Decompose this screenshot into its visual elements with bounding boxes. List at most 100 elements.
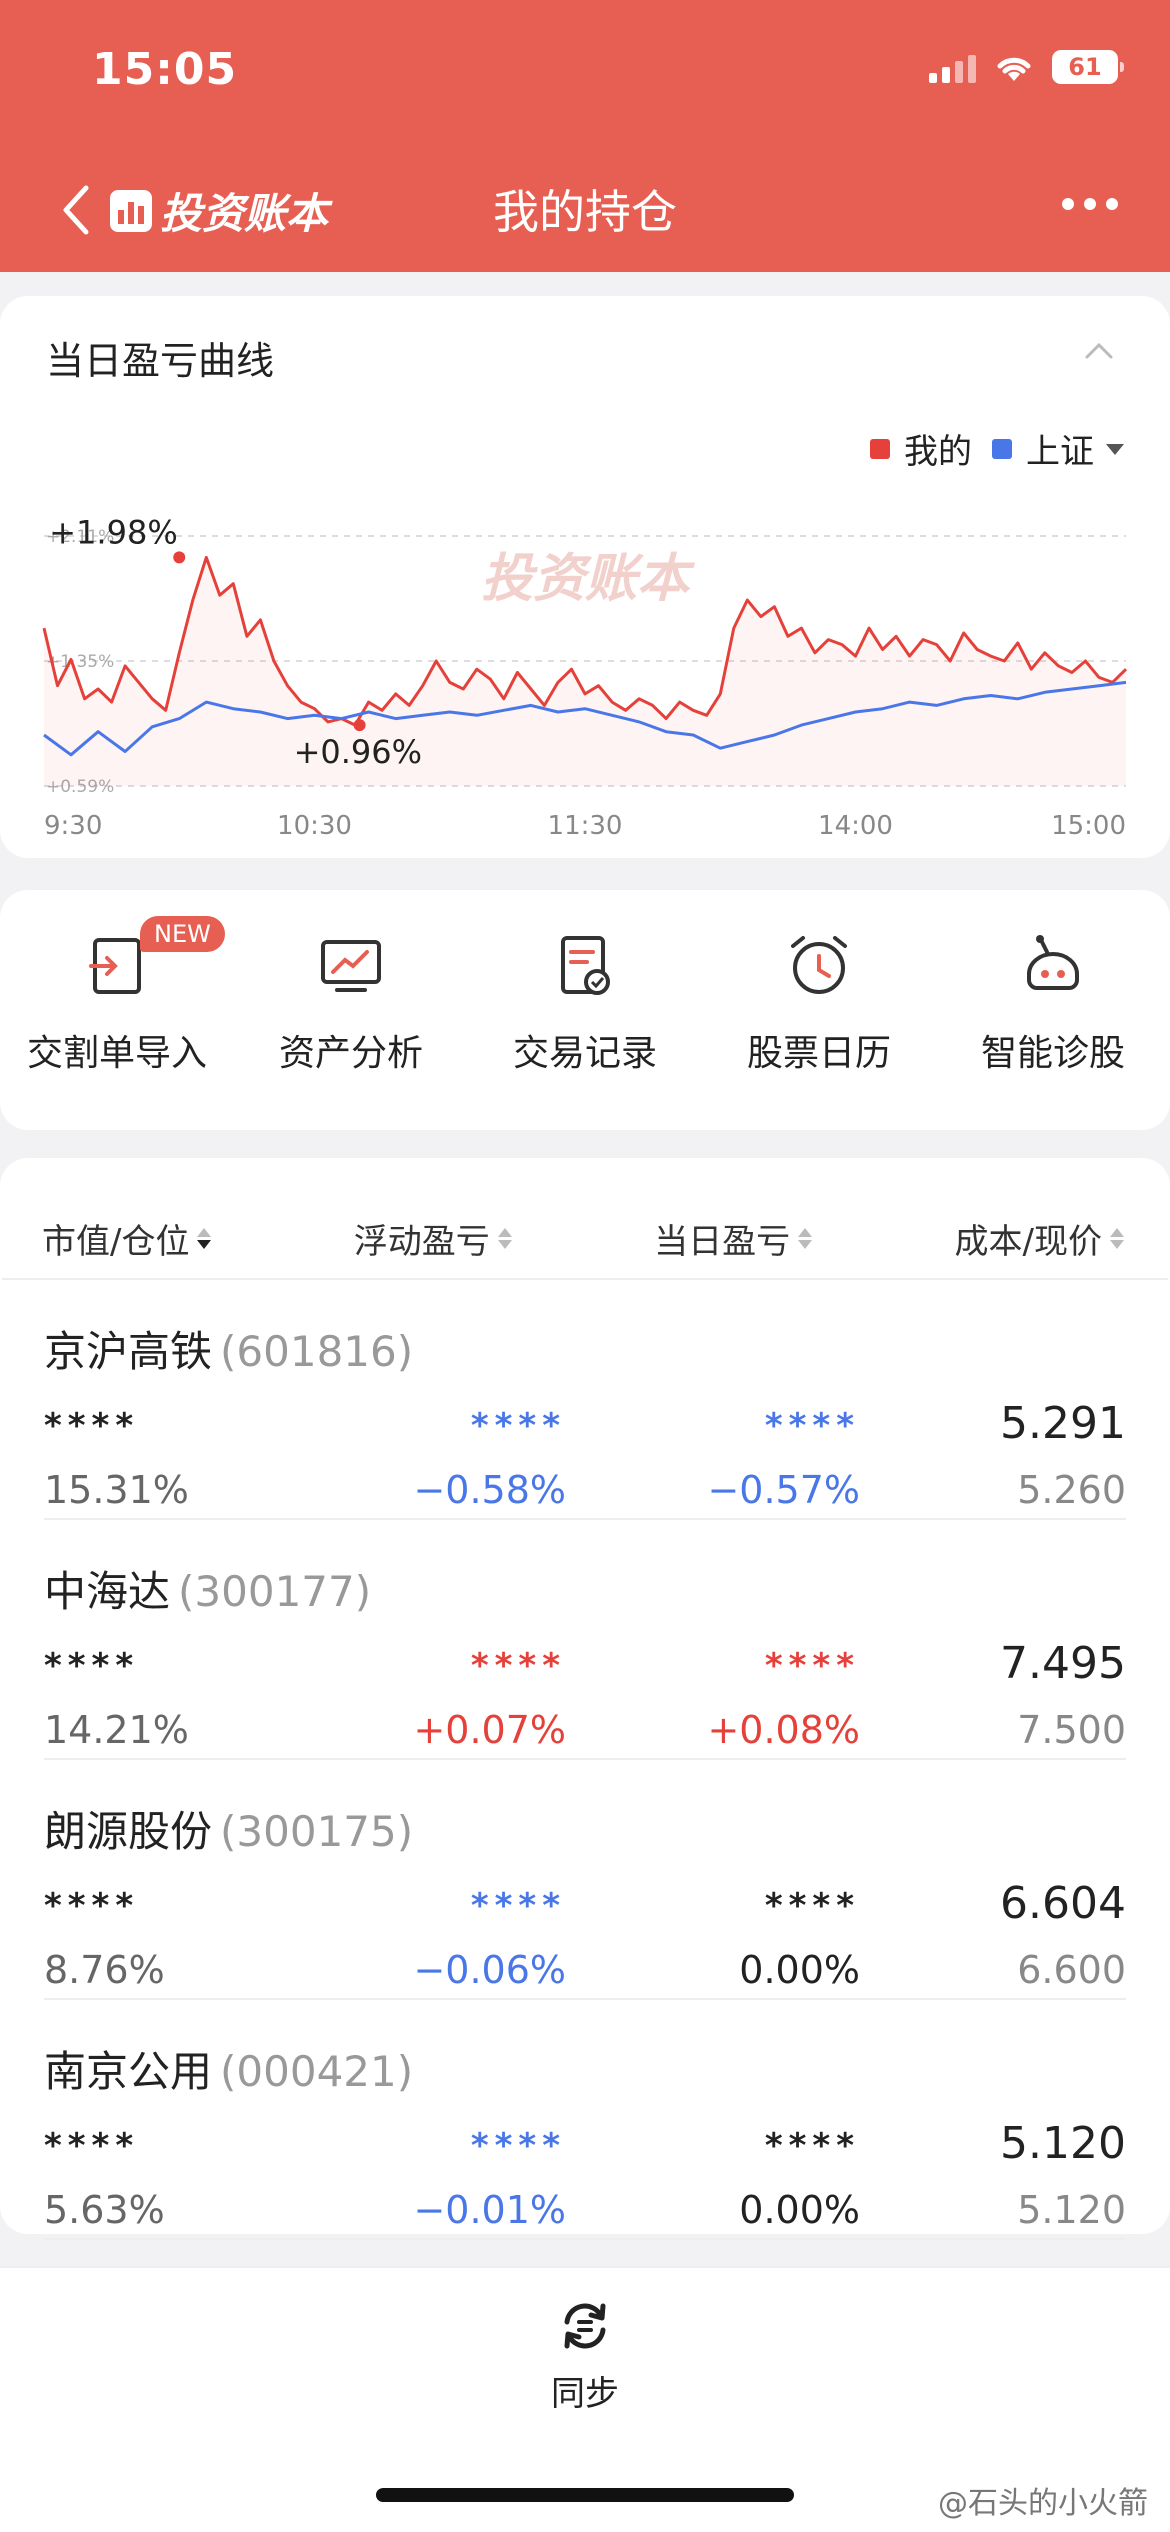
- tools-card: NEW 交割单导入 资产分析 交易记录 股票日历 智能诊股: [0, 890, 1170, 1130]
- sort-cost-price[interactable]: 成本/现价: [955, 1198, 1124, 1278]
- market-value: ****: [44, 1886, 140, 1926]
- tool-label: 股票日历: [746, 1033, 891, 1074]
- holding-row[interactable]: 中海达 (300177) **** 14.21% **** +0.07% ****…: [44, 1520, 1126, 1760]
- float-pnl-pct: +0.07%: [413, 1708, 566, 1752]
- day-pnl-pct: −0.57%: [707, 1468, 860, 1512]
- x-tick-label: 11:30: [548, 811, 623, 841]
- pnl-chart-card: 当日盈亏曲线 我的 上证 +2.11% +1.35% +0.59% 投资账本 +1.98…: [0, 296, 1170, 858]
- sort-market-value[interactable]: 市值/仓位: [42, 1198, 212, 1278]
- tool-asset-analysis[interactable]: 资产分析: [234, 930, 468, 1076]
- tool-stock-calendar[interactable]: 股票日历: [702, 930, 936, 1076]
- position-pct: 15.31%: [44, 1468, 189, 1512]
- annotation-label: +0.96%: [294, 733, 422, 771]
- y-tick-label: +1.35%: [46, 652, 114, 672]
- sync-icon: [564, 2303, 606, 2349]
- column-header: 市值/仓位: [42, 1221, 190, 1262]
- legend-label: 我的: [904, 432, 972, 472]
- footer-watermark: @石头的小火箭: [938, 2486, 1148, 2521]
- legend-swatch: [992, 438, 1012, 459]
- holdings-card: 市值/仓位 浮动盈亏 当日盈亏 成本/现价 京沪高铁 (601816) **** …: [0, 1158, 1170, 2240]
- status-icons: 61: [929, 50, 1124, 84]
- holding-row[interactable]: 京沪高铁 (601816) **** 15.31% **** −0.58% ***…: [44, 1280, 1126, 1520]
- market-value: ****: [44, 2126, 140, 2166]
- float-pnl-pct: −0.01%: [413, 2188, 566, 2232]
- cost-price: 5.291: [1000, 1398, 1126, 1449]
- sort-icon: [197, 1227, 212, 1249]
- day-pnl-pct: 0.00%: [739, 2188, 860, 2232]
- more-icon[interactable]: [1062, 198, 1118, 210]
- column-header: 当日盈亏: [654, 1221, 791, 1262]
- tool-import-statement[interactable]: NEW 交割单导入: [0, 916, 234, 1076]
- cost-price: 7.495: [1000, 1638, 1126, 1689]
- signal-icon: [929, 51, 976, 83]
- market-value: ****: [44, 1406, 140, 1446]
- current-price: 5.260: [1017, 1468, 1126, 1512]
- cost-price: 5.120: [1000, 2118, 1126, 2169]
- position-pct: 5.63%: [44, 2188, 165, 2232]
- new-badge: NEW: [140, 916, 225, 952]
- collapse-icon[interactable]: [1084, 340, 1114, 360]
- day-pnl: ****: [764, 1886, 860, 1926]
- alarm-clock-icon: [791, 936, 847, 994]
- position-pct: 14.21%: [44, 1708, 189, 1752]
- legend-swatch: [870, 438, 890, 459]
- holding-row[interactable]: 朗源股份 (300175) **** 8.76% **** −0.06% ****…: [44, 1760, 1126, 2000]
- chart-title: 当日盈亏曲线: [46, 339, 275, 383]
- app-header: 15:05 61 投资账本 我的持仓: [0, 0, 1170, 272]
- holding-row[interactable]: 南京公用 (000421) **** 5.63% **** −0.01% ****…: [44, 2000, 1126, 2240]
- day-pnl-pct: 0.00%: [739, 1948, 860, 1992]
- page-title: 我的持仓: [493, 185, 677, 239]
- float-pnl-pct: −0.06%: [413, 1948, 566, 1992]
- day-pnl-pct: +0.08%: [707, 1708, 860, 1752]
- sort-icon: [497, 1227, 512, 1249]
- stock-name: 京沪高铁 (601816): [44, 1327, 414, 1376]
- chart-legend: 我的 上证: [870, 424, 1126, 473]
- float-pnl-pct: −0.58%: [413, 1468, 566, 1512]
- tool-smart-diagnosis[interactable]: 智能诊股: [936, 930, 1170, 1076]
- dropdown-icon[interactable]: [1104, 441, 1126, 457]
- stock-name: 中海达 (300177): [44, 1567, 372, 1616]
- robot-icon: [1027, 935, 1079, 990]
- stock-code: (300177): [178, 1567, 372, 1616]
- chart-watermark: 投资账本: [481, 549, 695, 609]
- current-price: 6.600: [1017, 1948, 1126, 1992]
- annotation-point: [353, 719, 366, 732]
- float-pnl: ****: [470, 2126, 566, 2166]
- sort-day-pnl[interactable]: 当日盈亏: [654, 1198, 813, 1278]
- x-tick-label: 9:30: [44, 811, 102, 841]
- current-price: 7.500: [1017, 1708, 1126, 1752]
- float-pnl: ****: [470, 1886, 566, 1926]
- current-price: 5.120: [1017, 2188, 1126, 2232]
- market-value: ****: [44, 1646, 140, 1686]
- annotation-point: [173, 551, 186, 564]
- home-indicator: [376, 2488, 794, 2502]
- annotation-label: +1.98%: [49, 513, 177, 551]
- stock-name: 南京公用 (000421): [44, 2047, 414, 2096]
- battery-icon: 61: [1052, 50, 1124, 84]
- day-pnl: ****: [764, 2126, 860, 2166]
- legend-mine[interactable]: 我的: [870, 424, 972, 473]
- tool-label: 智能诊股: [980, 1033, 1125, 1074]
- x-tick-label: 15:00: [1051, 811, 1126, 841]
- wifi-icon: [997, 57, 1031, 81]
- sync-button[interactable]: 同步: [0, 2298, 1170, 2415]
- sort-icon: [798, 1227, 813, 1249]
- chart-monitor-icon: [321, 940, 381, 992]
- float-pnl: ****: [470, 1406, 566, 1446]
- stock-code: (000421): [220, 2047, 414, 2096]
- tool-trade-records[interactable]: 交易记录: [468, 930, 702, 1076]
- float-pnl: ****: [470, 1646, 566, 1686]
- x-tick-label: 10:30: [277, 811, 352, 841]
- sort-icon: [1109, 1227, 1124, 1249]
- legend-index[interactable]: 上证: [992, 424, 1126, 473]
- record-icon: [561, 936, 610, 995]
- x-tick-label: 14:00: [818, 811, 893, 841]
- sort-float-pnl[interactable]: 浮动盈亏: [354, 1198, 512, 1278]
- cost-price: 6.604: [1000, 1878, 1126, 1929]
- legend-label: 上证: [1026, 432, 1094, 472]
- day-pnl: ****: [764, 1406, 860, 1446]
- tool-label: 交易记录: [512, 1033, 657, 1074]
- column-header: 成本/现价: [954, 1221, 1102, 1262]
- nav-bar: 投资账本 我的持仓: [0, 170, 1170, 250]
- position-pct: 8.76%: [44, 1948, 165, 1992]
